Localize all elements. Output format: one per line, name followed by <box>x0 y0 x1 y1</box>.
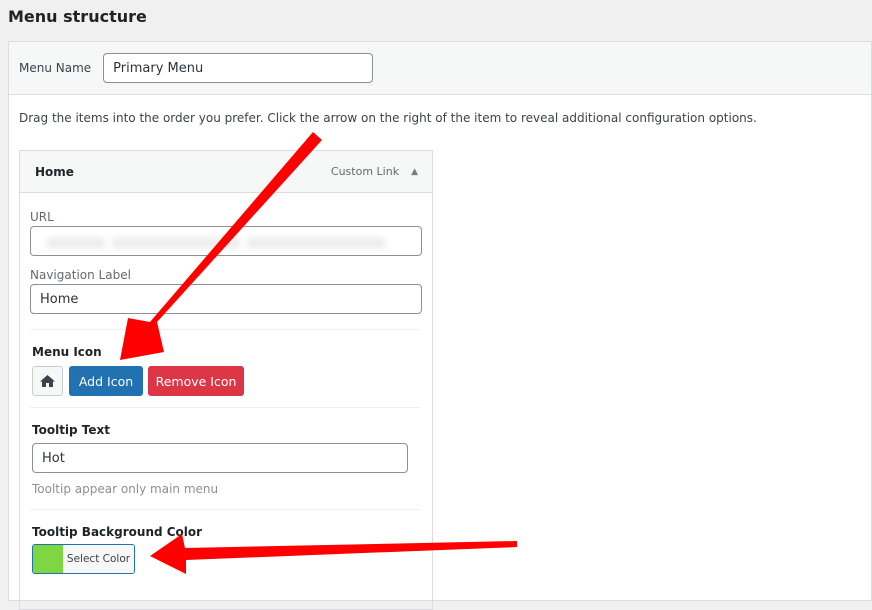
arrow-to-add-icon <box>120 132 322 360</box>
arrow-to-select-color <box>150 534 517 574</box>
annotation-arrows <box>120 132 517 574</box>
